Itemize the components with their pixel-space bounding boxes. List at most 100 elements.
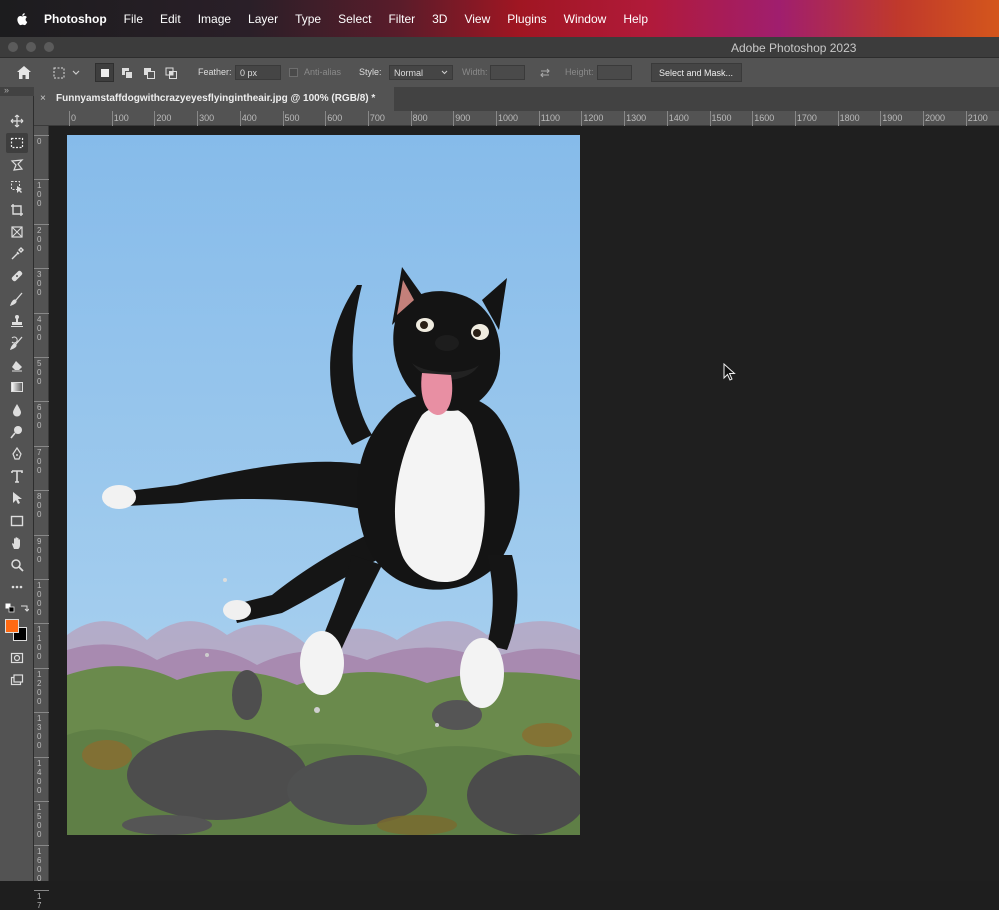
- feather-input[interactable]: 0 px: [235, 65, 281, 80]
- history-brush-tool[interactable]: [6, 333, 28, 353]
- ruler-tick-mark: [34, 579, 49, 580]
- eyedropper-tool[interactable]: [6, 244, 28, 264]
- menu-filter[interactable]: Filter: [388, 12, 415, 26]
- eraser-icon: [12, 361, 22, 372]
- menu-plugins[interactable]: Plugins: [507, 12, 546, 26]
- dodge-icon: [10, 426, 22, 439]
- menu-select[interactable]: Select: [338, 12, 371, 26]
- ruler-tick-label: 1000: [498, 113, 519, 123]
- crop-tool[interactable]: [6, 200, 28, 220]
- ruler-tick-mark: [581, 111, 583, 126]
- menu-image[interactable]: Image: [198, 12, 231, 26]
- canvas-area[interactable]: [49, 127, 999, 881]
- screen-mode-button[interactable]: [6, 670, 28, 690]
- move-icon: [10, 114, 24, 128]
- rectangular-marquee-tool[interactable]: [6, 133, 28, 153]
- healing-brush-tool[interactable]: [6, 266, 28, 286]
- document-image[interactable]: [67, 135, 580, 835]
- path-selection-icon: [13, 492, 22, 504]
- tools-panel: [0, 96, 34, 881]
- frame-tool[interactable]: [6, 222, 28, 242]
- lasso-tool[interactable]: [6, 155, 28, 175]
- edit-toolbar-button[interactable]: [6, 577, 28, 597]
- close-window-button[interactable]: [8, 42, 18, 52]
- dog-photo: [67, 135, 580, 835]
- path-selection-tool[interactable]: [6, 488, 28, 508]
- menu-photoshop[interactable]: Photoshop: [44, 12, 107, 26]
- default-colors-icon[interactable]: [5, 603, 15, 613]
- foreground-color-swatch[interactable]: [5, 619, 19, 633]
- ruler-tick-mark: [34, 801, 49, 802]
- swap-width-height-icon[interactable]: [539, 67, 551, 79]
- ruler-tick-label: 1 0 0: [37, 181, 42, 209]
- eraser-tool[interactable]: [6, 355, 28, 375]
- menu-view[interactable]: View: [464, 12, 490, 26]
- style-select[interactable]: Normal: [389, 65, 453, 80]
- select-and-mask-button[interactable]: Select and Mask...: [651, 63, 742, 82]
- vertical-ruler[interactable]: 0 1 0 0 2 0 0 3 0 0 4 0 0 5 0 0 6 0 0 7 0 0 8 0 …: [34, 126, 49, 910]
- rectangular-marquee-icon: [53, 67, 65, 79]
- type-icon: [11, 470, 23, 483]
- document-tab[interactable]: × Funnyamstaffdogwithcrazyeyesflyinginth…: [34, 87, 394, 111]
- menu-type[interactable]: Type: [295, 12, 321, 26]
- close-tab-icon[interactable]: ×: [40, 93, 46, 104]
- move-tool[interactable]: [6, 111, 28, 131]
- ruler-tick-mark: [965, 111, 967, 126]
- menu-edit[interactable]: Edit: [160, 12, 181, 26]
- crop-icon: [11, 204, 23, 216]
- ruler-tick-mark: [624, 111, 626, 126]
- ruler-tick-mark: [496, 111, 497, 126]
- subtract-from-selection-icon[interactable]: [143, 67, 156, 79]
- antialias-label: Anti-alias: [304, 67, 342, 77]
- menu-help[interactable]: Help: [623, 12, 648, 26]
- menu-file[interactable]: File: [124, 12, 143, 26]
- object-selection-tool[interactable]: [6, 177, 28, 197]
- new-selection-button[interactable]: [95, 63, 114, 82]
- add-to-selection-icon[interactable]: [121, 67, 134, 79]
- more-tools-icon: [11, 585, 23, 589]
- pen-icon: [12, 447, 22, 460]
- intersect-selection-icon[interactable]: [165, 67, 178, 79]
- ruler-tick-label: 1800: [839, 113, 860, 123]
- rectangle-icon: [10, 515, 24, 527]
- gradient-tool[interactable]: [6, 377, 28, 397]
- width-input[interactable]: [490, 65, 525, 80]
- marquee-tool-preset-picker[interactable]: [51, 65, 83, 81]
- ruler-tick-label: 1 5 0 0: [37, 803, 42, 839]
- ruler-tick-mark: [34, 401, 49, 403]
- pen-tool[interactable]: [6, 444, 28, 464]
- menu-layer[interactable]: Layer: [248, 12, 278, 26]
- ruler-tick-label: 6 0 0: [37, 403, 42, 431]
- expand-panels-icon[interactable]: »: [4, 85, 9, 95]
- apple-icon[interactable]: [16, 12, 30, 26]
- horizontal-ruler[interactable]: 0 100 200 300 400 500 600 700 800 900 1000 1100 1200…: [34, 111, 999, 126]
- style-select-value: Normal: [394, 68, 424, 78]
- zoom-tool[interactable]: [6, 555, 28, 575]
- ruler-tick-mark: [794, 111, 796, 126]
- brush-tool[interactable]: [6, 289, 28, 309]
- menu-3d[interactable]: 3D: [432, 12, 447, 26]
- ruler-tick-mark: [34, 445, 49, 447]
- height-input[interactable]: [597, 65, 632, 80]
- rectangle-tool[interactable]: [6, 511, 28, 531]
- ruler-tick-label: 1500: [711, 113, 732, 123]
- blur-tool[interactable]: [6, 400, 28, 420]
- ruler-tick-mark: [282, 111, 284, 126]
- clone-stamp-tool[interactable]: [6, 311, 28, 331]
- dodge-tool[interactable]: [6, 422, 28, 442]
- ruler-tick-label: 1700: [796, 113, 817, 123]
- ruler-tick-mark: [34, 756, 49, 758]
- macos-menubar: Photoshop File Edit Image Layer Type Sel…: [0, 0, 999, 37]
- antialias-checkbox[interactable]: [289, 68, 298, 77]
- ruler-tick-mark: [325, 111, 327, 126]
- minimize-window-button[interactable]: [26, 42, 36, 52]
- ruler-tick-mark: [34, 312, 49, 314]
- menu-window[interactable]: Window: [564, 12, 607, 26]
- type-tool[interactable]: [6, 466, 28, 486]
- quick-mask-button[interactable]: [6, 648, 28, 668]
- hand-tool[interactable]: [6, 533, 28, 553]
- swap-colors-icon[interactable]: [19, 603, 29, 613]
- zoom-window-button[interactable]: [44, 42, 54, 52]
- ruler-tick-label: 1300: [626, 113, 647, 123]
- home-icon[interactable]: [16, 65, 32, 80]
